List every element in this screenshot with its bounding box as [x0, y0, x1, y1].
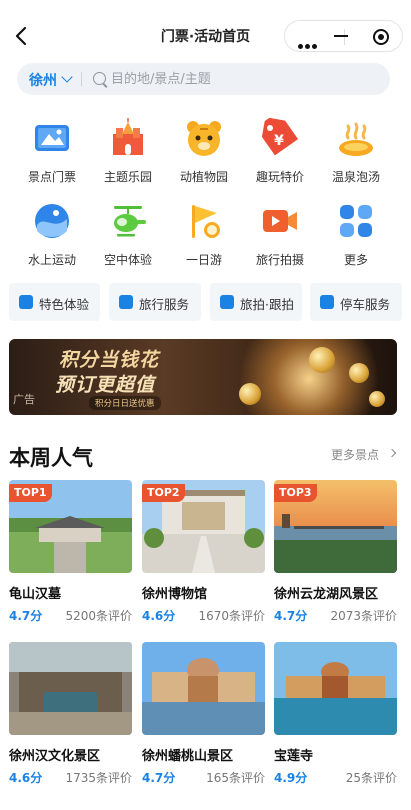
attraction-name: 徐州蟠桃山景区: [142, 749, 234, 764]
coin-image: [309, 347, 335, 373]
tag-label: 特色体验: [39, 297, 90, 312]
castle-icon: [113, 118, 143, 155]
category-hot-spring[interactable]: 温泉泡汤: [318, 118, 394, 188]
attraction-image: [274, 642, 397, 735]
banner-subheadline: 预订更超值: [55, 374, 156, 396]
coin-image: [239, 383, 261, 405]
chevron-down-icon[interactable]: [61, 71, 73, 83]
attraction-name: 徐州云龙湖风景区: [274, 587, 379, 602]
category-water-sports[interactable]: 水上运动: [14, 201, 90, 271]
banner-headline: 积分当钱花: [59, 349, 160, 371]
hot-spring-icon: [339, 122, 373, 156]
minimize-icon[interactable]: [334, 21, 354, 51]
category-day-tour[interactable]: 一日游: [166, 201, 242, 271]
section-title: 本周人气: [9, 446, 93, 470]
search-icon: [93, 72, 106, 85]
parking-icon: [320, 295, 334, 309]
category-label: 空中体验: [103, 253, 152, 267]
category-label: 主题乐园: [103, 170, 152, 184]
tag-parking-service[interactable]: 停车服务: [310, 283, 402, 321]
attraction-name: 徐州博物馆: [142, 587, 208, 602]
camera-icon: [220, 295, 234, 309]
wave-icon: [35, 204, 69, 238]
tag-label: 旅拍·跟拍: [240, 297, 294, 312]
category-special-deals[interactable]: ¥ 趣玩特价: [242, 118, 318, 188]
grid-icon: [340, 205, 372, 237]
tag-special-experience[interactable]: 特色体验: [9, 283, 100, 321]
attraction-reviews: 2073条评价: [330, 609, 397, 623]
rank-badge: TOP1: [9, 484, 52, 502]
category-label: 水上运动: [27, 253, 76, 267]
attraction-name: 徐州汉文化景区: [9, 749, 101, 764]
chevron-right-icon[interactable]: [387, 448, 397, 458]
category-label: 趣玩特价: [255, 170, 304, 184]
attraction-reviews: 165条评价: [206, 771, 265, 785]
video-camera-icon: [263, 210, 297, 232]
attraction-image: [142, 642, 265, 735]
category-label: 温泉泡汤: [331, 170, 380, 184]
tag-label: 停车服务: [340, 297, 391, 312]
attraction-score: 4.9分: [274, 771, 308, 785]
promo-banner[interactable]: 积分当钱花 预订更超值 积分日日送优惠 广告: [9, 339, 397, 415]
attraction-reviews: 1670条评价: [198, 609, 265, 623]
category-scenic-tickets[interactable]: 景点门票: [14, 118, 90, 188]
experience-icon: [19, 295, 33, 309]
mini-program-capsule: [284, 20, 403, 52]
category-label: 一日游: [185, 253, 222, 267]
attraction-name: 宝莲寺: [274, 749, 314, 764]
city-selector[interactable]: 徐州: [29, 70, 57, 90]
category-label: 景点门票: [27, 170, 76, 184]
rank-badge: TOP2: [142, 484, 185, 502]
ticket-icon: [35, 125, 69, 151]
category-zoo-garden[interactable]: 动植物园: [166, 118, 242, 188]
rank-badge: TOP3: [274, 484, 317, 502]
category-travel-photo[interactable]: 旅行拍摄: [242, 201, 318, 271]
service-tags: 特色体验 旅行服务 旅拍·跟拍 停车服务: [9, 283, 402, 321]
category-more[interactable]: 更多: [318, 201, 394, 271]
search-input[interactable]: [111, 69, 371, 89]
helicopter-icon: [114, 206, 146, 237]
tag-travel-service[interactable]: 旅行服务: [109, 283, 201, 321]
attraction-reviews: 1735条评价: [65, 771, 132, 785]
search-divider: [81, 72, 82, 86]
attraction-reviews: 25条评价: [345, 771, 397, 785]
tag-label: 旅行服务: [139, 297, 190, 312]
attraction-score: 4.7分: [142, 771, 176, 785]
svg-text:¥: ¥: [274, 133, 284, 149]
coin-image: [369, 391, 385, 407]
search-bar: 徐州: [17, 63, 390, 95]
more-options-icon[interactable]: [298, 34, 320, 49]
price-tag-icon: ¥: [261, 118, 299, 156]
tiger-icon: [187, 121, 221, 156]
nav-bar: 门票·活动首页: [0, 0, 411, 70]
service-icon: [119, 295, 133, 309]
ad-label: 广告: [13, 393, 35, 406]
attraction-score: 4.7分: [9, 609, 43, 623]
banner-caption: 积分日日送优惠: [89, 396, 161, 410]
coin-image: [349, 363, 369, 383]
more-attractions-link[interactable]: 更多景点: [331, 446, 379, 463]
attraction-image: [9, 642, 132, 735]
category-theme-park[interactable]: 主题乐园: [90, 118, 166, 188]
category-air-experience[interactable]: 空中体验: [90, 201, 166, 271]
attraction-reviews: 5200条评价: [65, 609, 132, 623]
category-label: 动植物园: [179, 170, 228, 184]
attraction-score: 4.6分: [142, 609, 176, 623]
category-label: 更多: [343, 253, 368, 267]
attraction-name: 龟山汉墓: [9, 587, 62, 602]
close-mini-program-icon[interactable]: [373, 29, 389, 45]
attraction-score: 4.7分: [274, 609, 308, 623]
tag-travel-photo[interactable]: 旅拍·跟拍: [210, 283, 302, 321]
flag-icon: [192, 205, 220, 238]
category-label: 旅行拍摄: [255, 253, 304, 267]
attraction-score: 4.6分: [9, 771, 43, 785]
